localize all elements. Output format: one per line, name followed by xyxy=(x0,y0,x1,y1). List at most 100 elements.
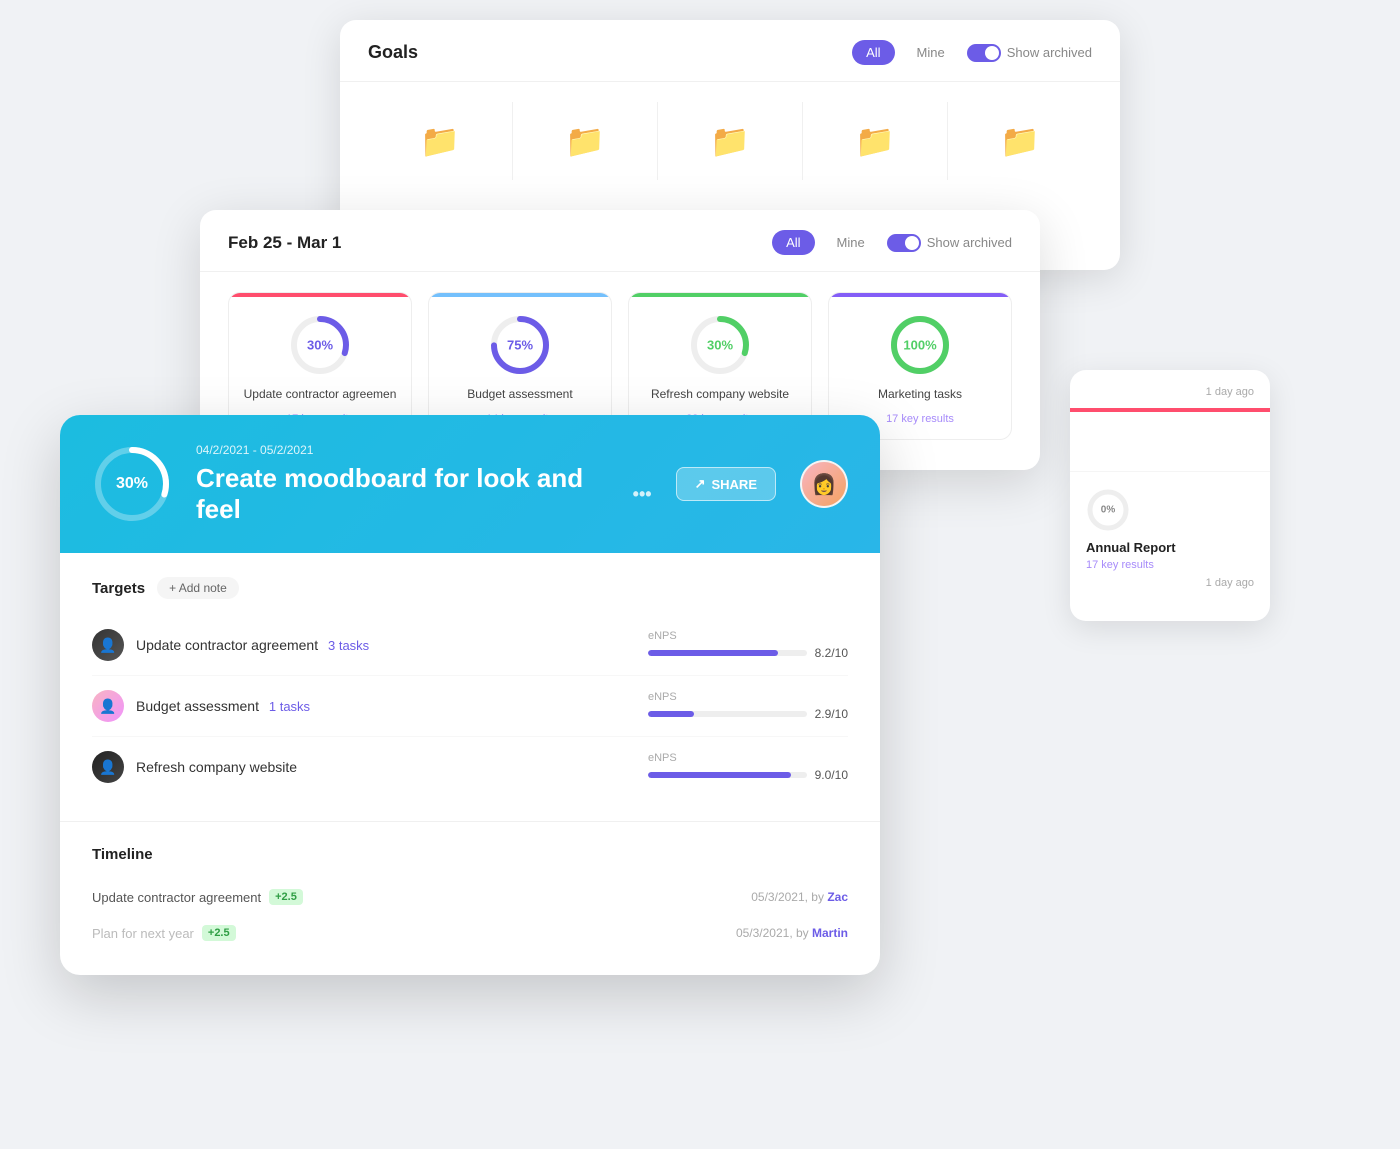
timeline-row-1: Update contractor agreement +2.5 05/3/20… xyxy=(92,879,848,915)
metric-bar-row-1: 8.2/10 xyxy=(648,646,848,660)
goals-filter-group: All Mine Show archived xyxy=(852,40,1092,65)
target-name-1: Update contractor agreement 3 tasks xyxy=(136,637,648,653)
donut-label-2: 75% xyxy=(507,338,533,353)
detail-progress-ring: 30% xyxy=(92,444,172,524)
goals-toggle-label: Show archived xyxy=(967,44,1092,62)
goals-filter-all[interactable]: All xyxy=(852,40,894,65)
target-row-3: 👤 Refresh company website eNPS 9.0/10 xyxy=(92,737,848,797)
annual-report-card[interactable]: 0% Annual Report 17 key results 1 day ag… xyxy=(1070,472,1270,605)
goal-card-meta-4: 17 key results xyxy=(886,413,954,425)
detail-date: 04/2/2021 - 05/2/2021 xyxy=(196,443,652,457)
weekly-filter-group: All Mine Show archived xyxy=(772,230,1012,255)
annual-report-percent: 0% xyxy=(1101,505,1115,516)
donut-label-1: 30% xyxy=(307,338,333,353)
metric-value-1: 8.2/10 xyxy=(815,646,848,660)
donut-1: 30% xyxy=(288,313,352,377)
annual-report-meta: 17 key results xyxy=(1086,559,1254,571)
folder-item[interactable]: 📁 xyxy=(513,102,658,180)
annual-report-top: 0% xyxy=(1086,488,1254,532)
timeline-meta-1: 05/3/2021, by Zac xyxy=(751,890,848,904)
target-avatar-3: 👤 xyxy=(92,751,124,783)
metric-label-1: eNPS xyxy=(648,630,677,642)
metric-bar-row-2: 2.9/10 xyxy=(648,707,848,721)
weekly-toggle-switch[interactable] xyxy=(887,234,921,252)
annual-report-donut: 0% xyxy=(1086,488,1130,532)
goals-filter-mine[interactable]: Mine xyxy=(903,40,959,65)
detail-header: 30% 04/2/2021 - 05/2/2021 Create moodboa… xyxy=(60,415,880,553)
donut-4: 100% xyxy=(888,313,952,377)
detail-dots-icon[interactable]: ••• xyxy=(633,484,652,505)
folder-icon: 📁 xyxy=(710,122,750,160)
annual-report-time: 1 day ago xyxy=(1086,577,1254,589)
target-row-1: 👤 Update contractor agreement 3 tasks eN… xyxy=(92,615,848,676)
timeline-badge-2: +2.5 xyxy=(202,925,236,941)
target-avatar-2: 👤 xyxy=(92,690,124,722)
folder-item[interactable]: 📁 xyxy=(658,102,803,180)
goals-toggle-switch[interactable] xyxy=(967,44,1001,62)
right-panel-time-top: 1 day ago xyxy=(1070,370,1270,408)
folder-icon: 📁 xyxy=(855,122,895,160)
target-avatar-1: 👤 xyxy=(92,629,124,661)
metric-bar-fill-1 xyxy=(648,650,778,656)
donut-label-3: 30% xyxy=(707,338,733,353)
folder-icon: 📁 xyxy=(565,122,605,160)
goals-folders: 📁 📁 📁 📁 📁 xyxy=(340,82,1120,200)
donut-2: 75% xyxy=(488,313,552,377)
goal-card-name-3: Refresh company website xyxy=(651,387,789,403)
detail-title: Create moodboard for look and feel ••• xyxy=(196,463,652,525)
folder-icon: 📁 xyxy=(420,122,460,160)
weekly-filter-mine[interactable]: Mine xyxy=(823,230,879,255)
metric-bar-bg-1 xyxy=(648,650,807,656)
metric-bar-bg-2 xyxy=(648,711,807,717)
goals-header: Goals All Mine Show archived xyxy=(340,20,1120,82)
goal-card-name-4: Marketing tasks xyxy=(878,387,962,403)
metric-bar-fill-3 xyxy=(648,772,791,778)
timeline-badge-1: +2.5 xyxy=(269,889,303,905)
folder-item[interactable]: 📁 xyxy=(803,102,948,180)
target-name-3: Refresh company website xyxy=(136,759,648,775)
target-metric-1: eNPS 8.2/10 xyxy=(648,630,848,660)
share-icon: ↗ xyxy=(695,476,706,492)
timeline-meta-2: 05/3/2021, by Martin xyxy=(736,926,848,940)
folder-icon: 📁 xyxy=(1000,122,1040,160)
target-name-2: Budget assessment 1 tasks xyxy=(136,698,648,714)
goal-card-name-1: Update contractor agreemen xyxy=(244,387,397,403)
detail-header-info: 04/2/2021 - 05/2/2021 Create moodboard f… xyxy=(196,443,652,525)
user-avatar: 👩 xyxy=(800,460,848,508)
weekly-filter-all[interactable]: All xyxy=(772,230,814,255)
scene: Goals All Mine Show archived 📁 📁 📁 📁 xyxy=(0,0,1400,1149)
target-row-2: 👤 Budget assessment 1 tasks eNPS 2.9/10 xyxy=(92,676,848,737)
timeline-section: Timeline Update contractor agreement +2.… xyxy=(60,822,880,975)
avatar-image: 👩 xyxy=(802,462,846,506)
folder-item[interactable]: 📁 xyxy=(368,102,513,180)
targets-label: Targets xyxy=(92,580,145,597)
donut-3: 30% xyxy=(688,313,752,377)
folder-item[interactable]: 📁 xyxy=(948,102,1092,180)
timeline-label: Timeline xyxy=(92,846,848,863)
right-panel: 1 day ago 0% Annual Report 17 key result… xyxy=(1070,370,1270,621)
goals-title: Goals xyxy=(368,42,418,63)
target-link-1[interactable]: 3 tasks xyxy=(328,638,369,653)
metric-bar-row-3: 9.0/10 xyxy=(648,768,848,782)
detail-ring-percent: 30% xyxy=(116,475,148,493)
detail-panel: 30% 04/2/2021 - 05/2/2021 Create moodboa… xyxy=(60,415,880,975)
metric-value-2: 2.9/10 xyxy=(815,707,848,721)
metric-bar-bg-3 xyxy=(648,772,807,778)
metric-value-3: 9.0/10 xyxy=(815,768,848,782)
timeline-item-name-1: Update contractor agreement +2.5 xyxy=(92,889,751,905)
targets-section: Targets + Add note 👤 Update contractor a… xyxy=(60,553,880,822)
target-link-2[interactable]: 1 tasks xyxy=(269,699,310,714)
weekly-header: Feb 25 - Mar 1 All Mine Show archived xyxy=(200,210,1040,272)
timeline-row-2: Plan for next year +2.5 05/3/2021, by Ma… xyxy=(92,915,848,951)
add-note-button[interactable]: + Add note xyxy=(157,577,239,599)
targets-header: Targets + Add note xyxy=(92,577,848,599)
weekly-toggle-label: Show archived xyxy=(887,234,1012,252)
metric-bar-fill-2 xyxy=(648,711,694,717)
target-metric-2: eNPS 2.9/10 xyxy=(648,691,848,721)
target-metric-3: eNPS 9.0/10 xyxy=(648,752,848,782)
donut-label-4: 100% xyxy=(903,338,936,353)
right-spacer xyxy=(1070,412,1270,472)
share-button[interactable]: ↗ SHARE xyxy=(676,467,776,501)
goal-card-name-2: Budget assessment xyxy=(467,387,572,403)
annual-report-name: Annual Report xyxy=(1086,540,1254,555)
